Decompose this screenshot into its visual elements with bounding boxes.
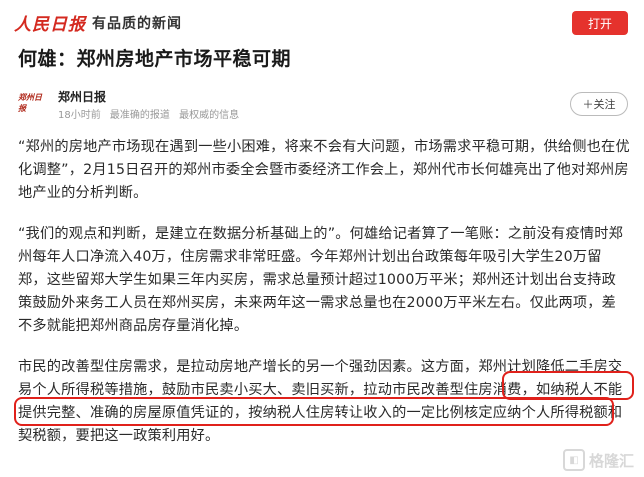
watermark-text: 格隆汇: [588, 451, 634, 470]
avatar-logo-text: 郑州日报: [18, 92, 42, 113]
highlight-box-1: [502, 371, 634, 400]
highlight-box-2: [14, 397, 614, 426]
author-row: 郑州日报 郑州日报 18小时前 最准确的报道 最权威的信息 ＋关注: [18, 86, 628, 122]
open-app-button[interactable]: 打开: [572, 11, 628, 35]
slogan: 有品质的新闻: [92, 16, 182, 32]
logo-text: 人民日报: [14, 14, 86, 35]
follow-button[interactable]: ＋关注: [570, 92, 628, 116]
people-daily-logo[interactable]: 人民日报: [14, 9, 86, 35]
avatar[interactable]: 郑州日报: [18, 90, 48, 116]
paragraph-1: “郑州的房地产市场现在遇到一些小困难，将来不会有大问题，市场需求平稳可期，供给侧…: [18, 139, 630, 201]
paragraph-2: “我们的观点和判断，是建立在数据分析基础上的”。何雄给记者算了一笔账：之前没有疫…: [18, 226, 623, 334]
publish-time: 18小时前: [58, 110, 101, 121]
author-name[interactable]: 郑州日报: [58, 88, 106, 105]
author-tagline-1: 最准确的报道: [109, 110, 170, 121]
author-tagline-2: 最权威的信息: [179, 110, 240, 121]
top-bar: 人民日报 有品质的新闻 打开: [0, 0, 644, 44]
article-title: 何雄：郑州房地产市场平稳可期: [18, 48, 292, 70]
author-meta: 18小时前 最准确的报道 最权威的信息: [58, 106, 245, 121]
gelonghui-icon: ◧: [562, 449, 585, 471]
watermark: ◧ 格隆汇: [562, 449, 634, 471]
